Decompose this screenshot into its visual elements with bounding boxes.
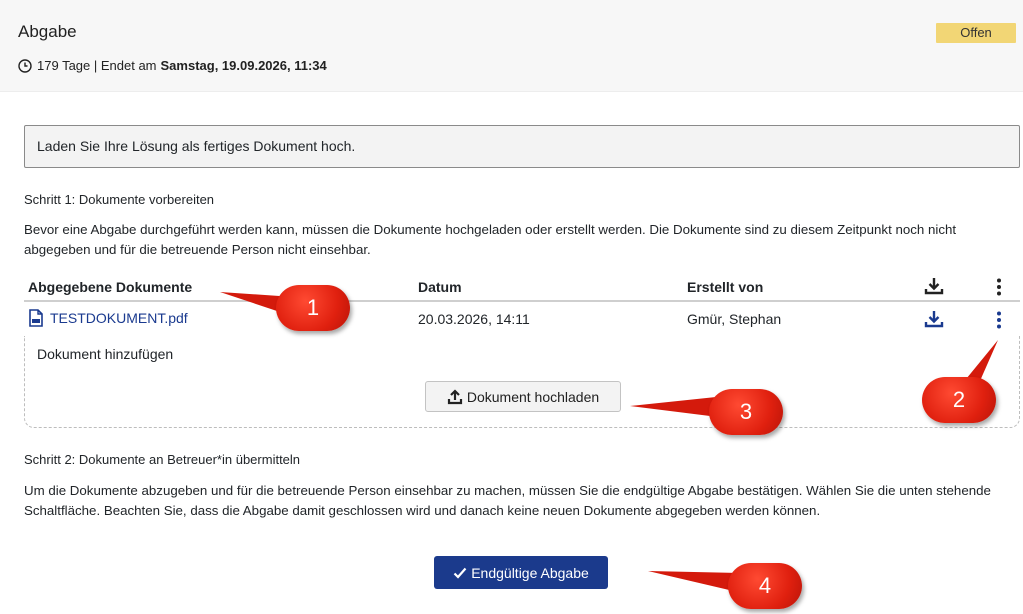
annotation-marker-2: 2 xyxy=(922,377,996,423)
annotation-marker-3: 3 xyxy=(709,389,783,435)
annotation-arrows xyxy=(220,292,998,593)
annotation-marker-4: 4 xyxy=(728,563,802,609)
annotation-marker-1: 1 xyxy=(276,285,350,331)
